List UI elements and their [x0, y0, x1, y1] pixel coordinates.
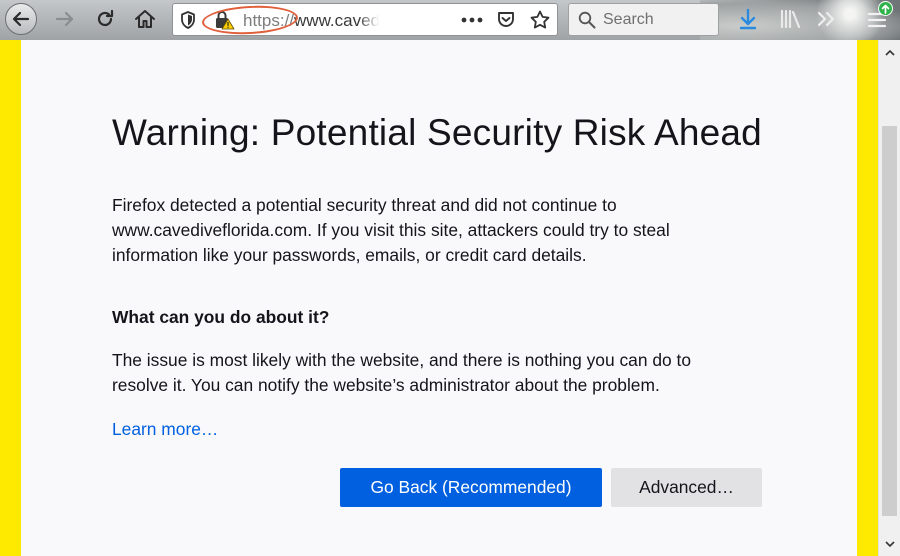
search-bar[interactable] — [568, 3, 719, 36]
page-actions-icon — [461, 17, 483, 22]
back-icon — [12, 11, 30, 27]
url-actions — [455, 4, 557, 35]
url-bar[interactable]: https://www.cavediveflorida.com — [172, 3, 558, 37]
highlight-bar-right — [857, 40, 878, 556]
browser-toolbar: https://www.cavediveflorida.com — [0, 0, 900, 40]
back-button[interactable] — [2, 3, 40, 35]
scroll-up-icon — [884, 49, 895, 56]
download-icon — [739, 8, 757, 30]
intro-text: Firefox detected a potential security th… — [112, 195, 670, 265]
home-button[interactable] — [128, 4, 162, 34]
error-page: Warning: Potential Security Risk Ahead F… — [21, 40, 857, 556]
main-menu-button[interactable] — [862, 1, 893, 34]
what-can-you-do-text: The issue is most likely with the websit… — [112, 350, 692, 395]
overflow-icon — [817, 11, 835, 27]
update-badge-icon — [878, 1, 893, 16]
scroll-down-icon — [884, 540, 895, 547]
reload-button[interactable] — [88, 4, 122, 34]
learn-more-link[interactable]: Learn more… — [112, 419, 218, 440]
search-input[interactable] — [603, 8, 713, 32]
reload-icon — [97, 9, 114, 27]
pocket-button[interactable] — [489, 4, 523, 35]
highlight-bar-left — [0, 40, 21, 556]
home-icon — [135, 10, 155, 28]
downloads-button[interactable] — [734, 4, 762, 34]
annotation-circle — [201, 3, 299, 37]
go-back-button[interactable]: Go Back (Recommended) — [340, 468, 602, 507]
tracking-shield-icon[interactable] — [180, 11, 196, 34]
scroll-thumb[interactable] — [882, 126, 897, 516]
url-host: www.cavediveflorida.com — [294, 11, 379, 30]
what-can-you-do-heading: What can you do about it? — [112, 307, 330, 327]
forward-icon — [55, 11, 74, 27]
scroll-up-button[interactable] — [879, 44, 900, 60]
forward-button[interactable] — [48, 4, 82, 34]
bookmark-button[interactable] — [523, 4, 557, 35]
library-icon — [780, 9, 801, 29]
page-actions-button[interactable] — [455, 4, 489, 35]
advanced-button[interactable]: Advanced… — [611, 468, 762, 507]
bookmark-star-icon — [530, 10, 550, 29]
vertical-scrollbar[interactable] — [878, 40, 900, 556]
scroll-down-button[interactable] — [879, 536, 900, 552]
pocket-icon — [498, 12, 514, 27]
search-icon — [578, 11, 596, 34]
library-button[interactable] — [776, 4, 806, 34]
page-title: Warning: Potential Security Risk Ahead — [112, 112, 762, 153]
overflow-menu-button[interactable] — [812, 4, 840, 34]
